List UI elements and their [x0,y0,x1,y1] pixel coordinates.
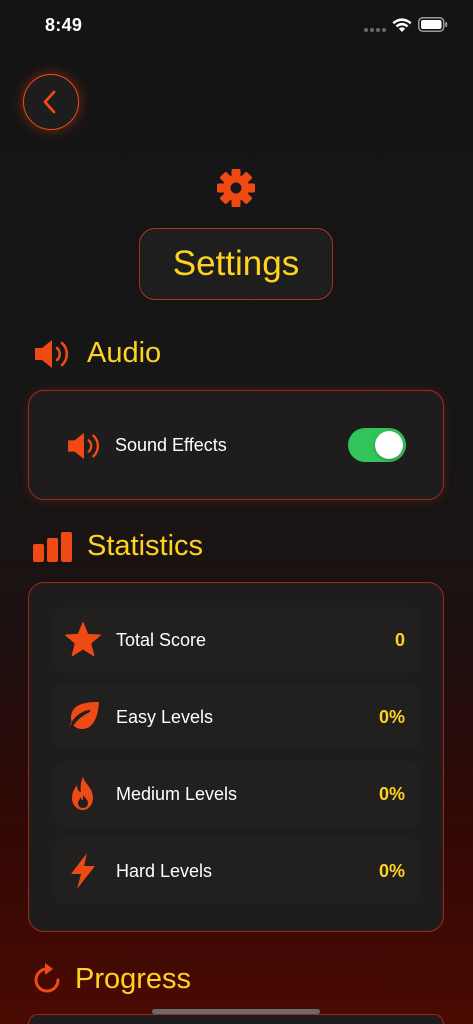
stat-label: Hard Levels [116,861,213,881]
star-icon [65,622,101,657]
page-title-box: Settings [139,228,333,300]
leaf-icon [66,702,99,734]
audio-heading-text: Audio [87,337,162,369]
sound-effects-label: Sound Effects [115,435,227,455]
chevron-left-icon [43,90,56,114]
progress-section-heading: Progress [31,962,191,996]
statistics-card: Total Score 0 Easy Levels 0% Medium Leve… [28,582,444,932]
statistics-heading-text: Statistics [87,530,204,562]
battery-icon [418,17,448,32]
signal-dots-icon [364,28,386,32]
stat-value: 0 [394,630,405,650]
back-button[interactable] [23,74,79,130]
stat-row-easy-levels: Easy Levels 0% [53,684,421,750]
refresh-icon [34,963,60,993]
stat-value: 0% [378,861,405,881]
stat-label: Medium Levels [116,784,238,804]
gear-icon [217,169,255,207]
stat-row-hard-levels: Hard Levels 0% [53,838,421,904]
audio-card: Sound Effects [28,390,444,500]
progress-card [28,1014,444,1024]
status-time: 8:49 [45,15,83,35]
stat-row-total-score: Total Score 0 [53,607,421,673]
toggle-knob [375,431,403,459]
flame-icon [72,777,93,810]
stat-label: Total Score [116,630,207,650]
bar-chart-icon [33,531,72,562]
status-bar: 8:49 [0,0,473,54]
speaker-icon [35,339,69,368]
home-indicator[interactable] [152,1009,320,1014]
stat-value: 0% [378,784,405,804]
progress-heading-text: Progress [75,962,192,995]
stat-value: 0% [378,707,405,727]
wifi-icon [392,18,412,32]
audio-section-heading: Audio [33,337,161,370]
sound-effects-toggle[interactable] [348,428,406,462]
page-title: Settings [172,244,300,283]
stat-label: Easy Levels [116,707,214,727]
bolt-icon [71,853,95,889]
speaker-icon [68,432,100,460]
sound-effects-row: Sound Effects [29,391,443,499]
statistics-section-heading: Statistics [33,530,203,563]
stat-row-medium-levels: Medium Levels 0% [53,761,421,827]
